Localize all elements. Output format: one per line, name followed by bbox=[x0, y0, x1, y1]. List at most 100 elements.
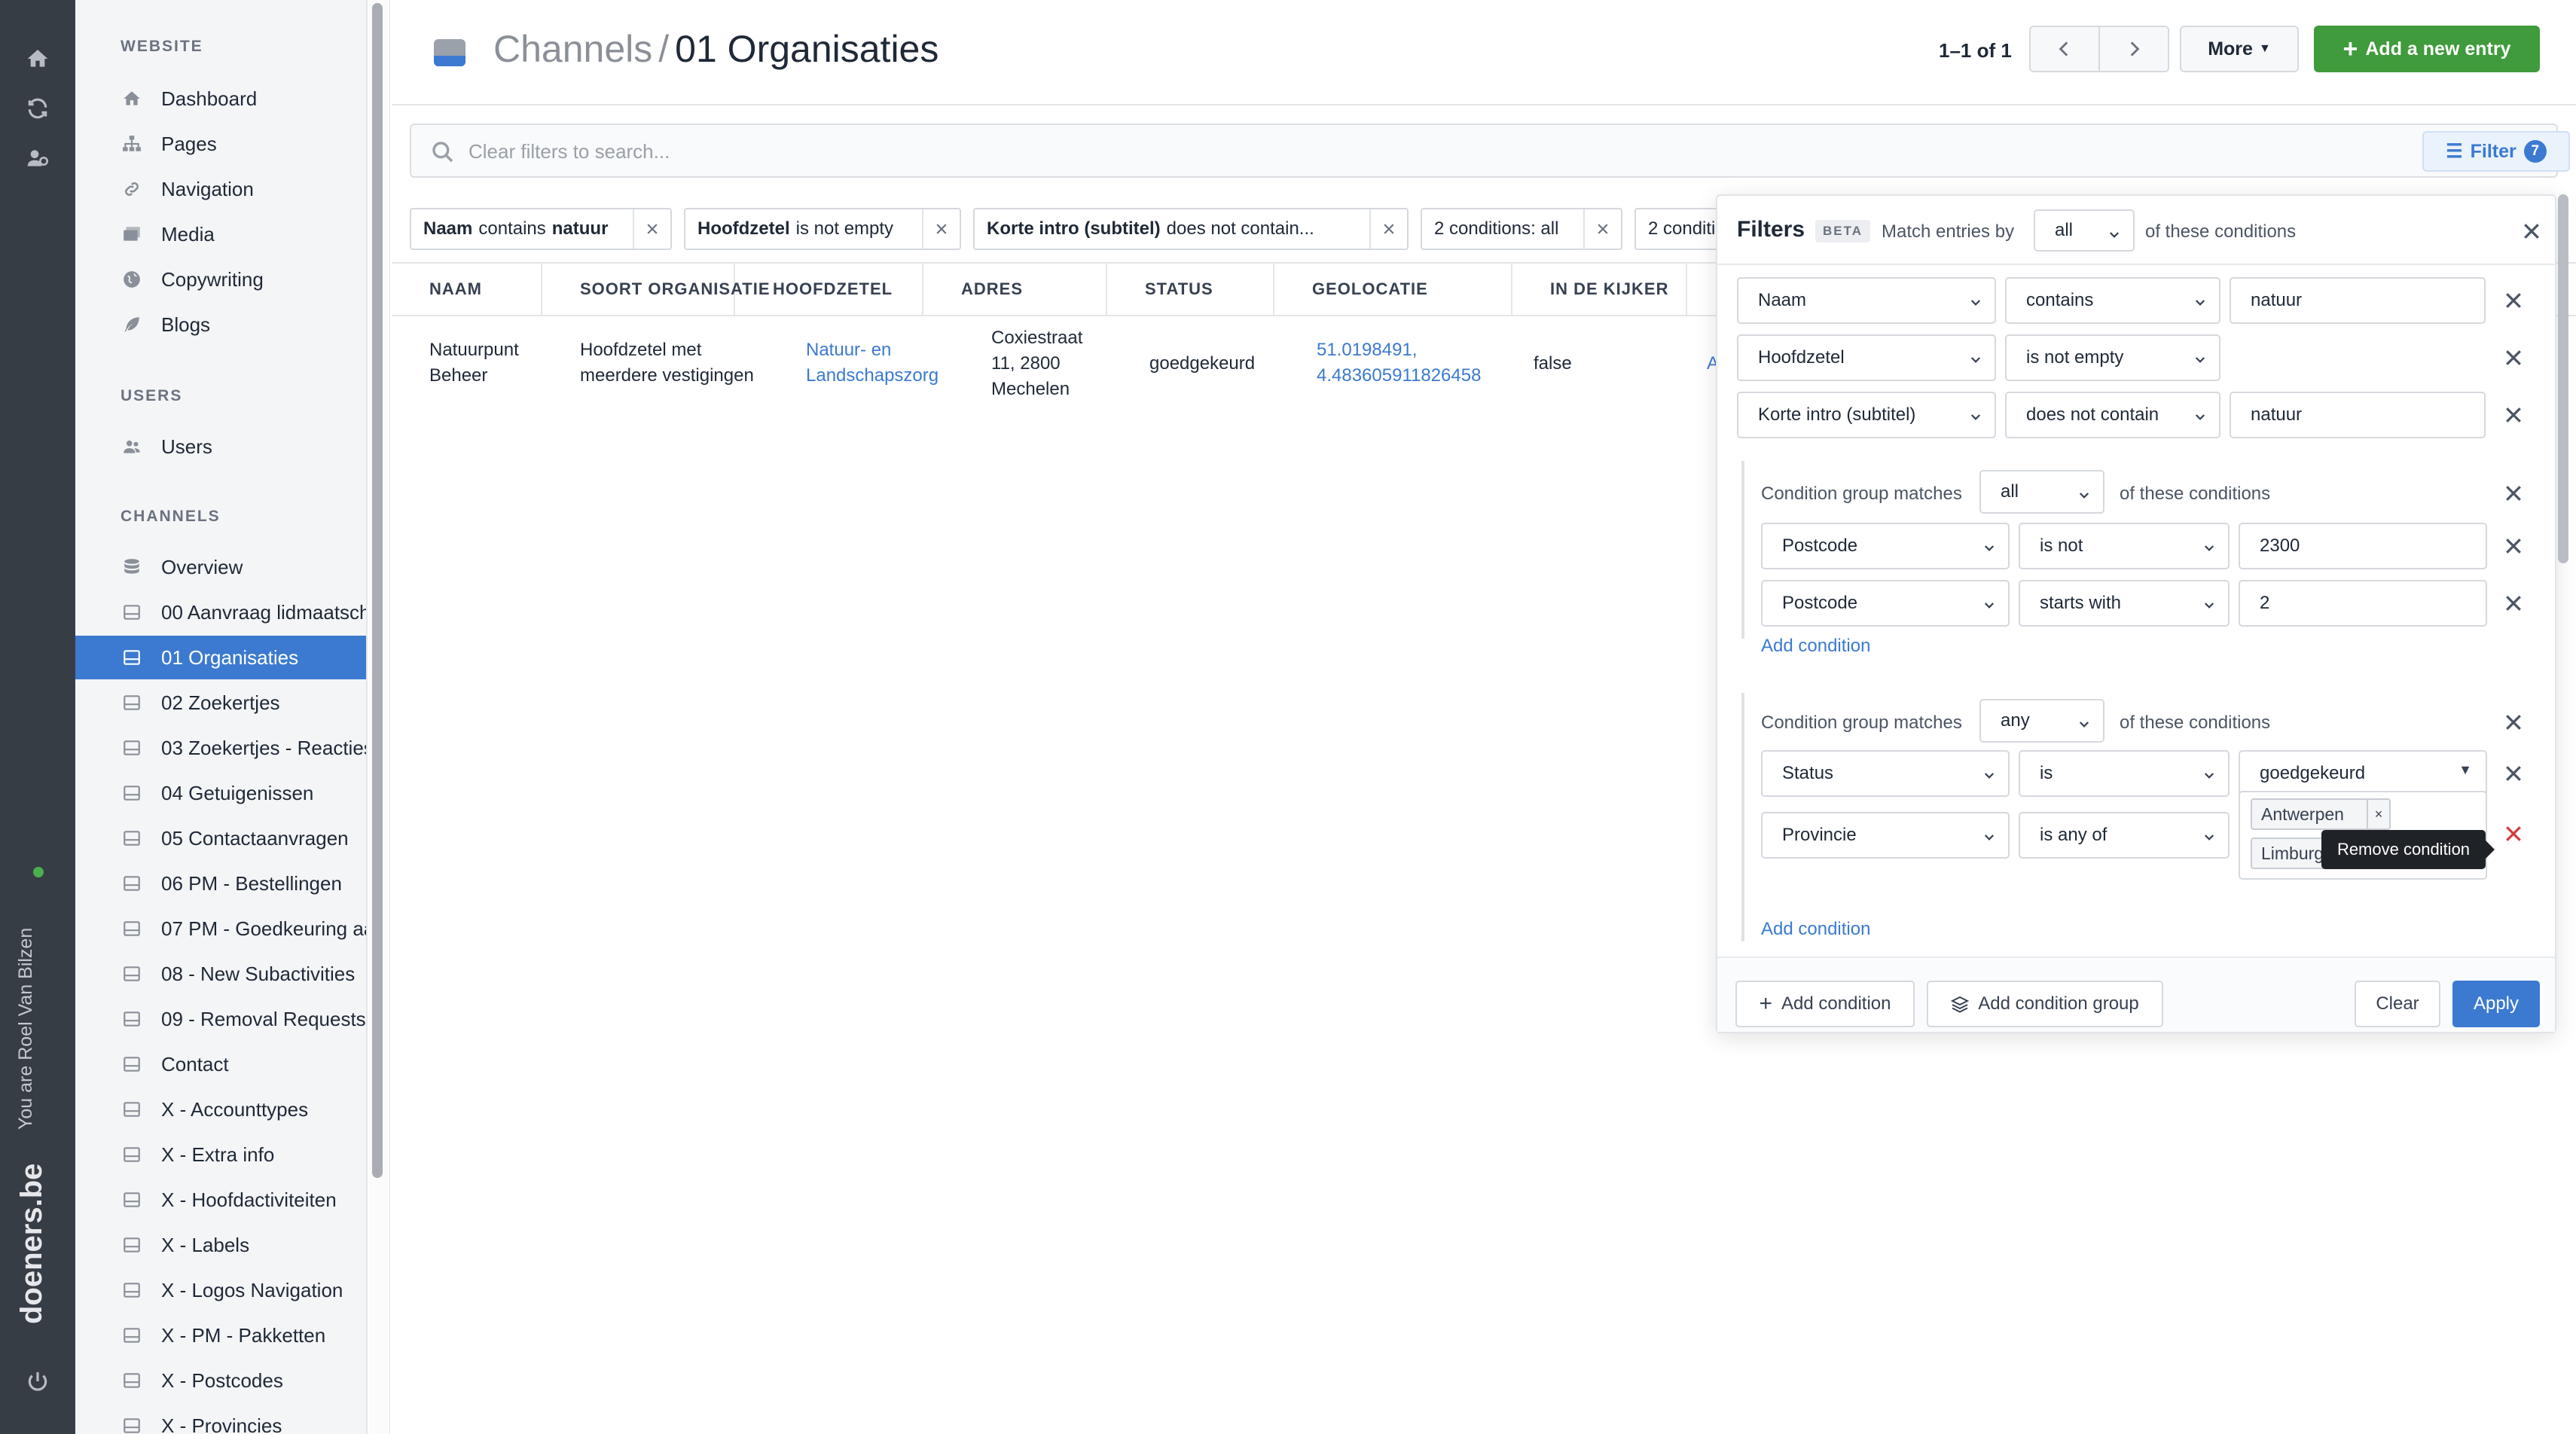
condition-field-select[interactable]: Postcode bbox=[1761, 523, 2010, 569]
sidebar-item-0-3[interactable]: Media bbox=[75, 212, 366, 256]
sidebar-item-2-10[interactable]: 09 - Removal Requests bbox=[75, 997, 366, 1041]
filter-chip[interactable]: Korte intro (subtitel) does not contain.… bbox=[973, 208, 1409, 250]
condition-value-input[interactable]: natuur bbox=[2230, 277, 2486, 324]
condition-value-input[interactable]: 2 bbox=[2239, 580, 2487, 627]
condition-operator-select[interactable]: is not empty bbox=[2005, 334, 2220, 381]
add-condition-group-button[interactable]: Add condition group bbox=[1927, 981, 2163, 1027]
users-cog-icon[interactable] bbox=[17, 137, 59, 179]
more-dropdown-button[interactable]: More ▼ bbox=[2180, 26, 2299, 72]
sidebar-item-0-0[interactable]: Dashboard bbox=[75, 77, 366, 121]
filter-button[interactable]: ☰ Filter 7 bbox=[2422, 131, 2570, 172]
sidebar-item-2-11[interactable]: Contact bbox=[75, 1042, 366, 1086]
search-input[interactable] bbox=[469, 136, 2126, 167]
close-icon[interactable] bbox=[2502, 762, 2525, 785]
condition-operator-select[interactable]: starts with bbox=[2019, 580, 2230, 627]
sidebar-item-2-13[interactable]: X - Extra info bbox=[75, 1133, 366, 1176]
group-add-condition-link[interactable]: Add condition bbox=[1761, 919, 1870, 940]
remove-chip-icon[interactable] bbox=[1369, 209, 1407, 249]
condition-field-select[interactable]: Postcode bbox=[1761, 580, 2010, 627]
group-add-condition-link[interactable]: Add condition bbox=[1761, 636, 1870, 657]
sidebar-item-2-16[interactable]: X - Logos Navigation bbox=[75, 1268, 366, 1312]
sidebar-item-2-4[interactable]: 03 Zoekertjes - Reacties bbox=[75, 726, 366, 770]
sidebar-item-2-6[interactable]: 05 Contactaanvragen bbox=[75, 816, 366, 860]
close-icon[interactable] bbox=[2502, 822, 2525, 845]
remove-chip-icon[interactable] bbox=[922, 209, 960, 249]
close-icon[interactable] bbox=[2502, 404, 2525, 426]
column-header[interactable]: GEOLOCATIE bbox=[1274, 264, 1512, 315]
condition-value-select[interactable]: goedgekeurd ▼ bbox=[2239, 750, 2487, 797]
sidebar-item-2-14[interactable]: X - Hoofdactiviteiten bbox=[75, 1178, 366, 1222]
previous-page-button[interactable] bbox=[2029, 26, 2100, 72]
sidebar-item-2-2[interactable]: 01 Organisaties bbox=[75, 636, 366, 679]
column-header[interactable]: NAAM bbox=[392, 264, 542, 315]
close-icon[interactable] bbox=[2502, 346, 2525, 369]
sidebar-item-0-5[interactable]: Blogs bbox=[75, 303, 366, 346]
refresh-icon[interactable] bbox=[17, 87, 59, 130]
sidebar-item-2-18[interactable]: X - Postcodes bbox=[75, 1359, 366, 1402]
group-match-select[interactable]: any bbox=[1979, 699, 2104, 743]
column-header[interactable]: HOOFDZETEL bbox=[735, 264, 923, 315]
condition-operator-select[interactable]: does not contain bbox=[2005, 392, 2220, 438]
filter-chip[interactable]: Naam contains natuur bbox=[410, 208, 672, 250]
sidebar-item-2-19[interactable]: X - Provincies bbox=[75, 1404, 366, 1434]
sidebar-item-2-0[interactable]: Overview bbox=[75, 545, 366, 589]
sidebar-item-2-7[interactable]: 06 PM - Bestellingen bbox=[75, 862, 366, 905]
next-page-button[interactable] bbox=[2098, 26, 2169, 72]
condition-operator-select[interactable]: is any of bbox=[2019, 812, 2230, 859]
sidebar-item-2-8[interactable]: 07 PM - Goedkeuring aanvragen bbox=[75, 907, 366, 950]
group-match-select[interactable]: all bbox=[1979, 470, 2104, 514]
clear-button[interactable]: Clear bbox=[2355, 981, 2440, 1027]
sidebar-item-1-0[interactable]: Users bbox=[75, 425, 366, 468]
brand-logo: doeners.be bbox=[15, 1163, 48, 1324]
match-mode-select[interactable]: all bbox=[2034, 209, 2135, 252]
condition-value-input[interactable]: 2300 bbox=[2239, 523, 2487, 569]
table-cell-hoofdzetel[interactable]: Natuur- en Landschapszorg bbox=[806, 337, 939, 389]
condition-field-select[interactable]: Naam bbox=[1737, 277, 1996, 324]
add-entry-button[interactable]: + Add a new entry bbox=[2314, 26, 2540, 72]
apply-button[interactable]: Apply bbox=[2452, 981, 2540, 1027]
tag-remove-icon[interactable]: × bbox=[2367, 800, 2389, 828]
sidebar-item-label: X - Provincies bbox=[161, 1414, 282, 1434]
sidebar-item-2-5[interactable]: 04 Getuigenissen bbox=[75, 771, 366, 815]
condition-field-select[interactable]: Hoofdzetel bbox=[1737, 334, 1996, 381]
close-icon[interactable] bbox=[2502, 535, 2525, 557]
sidebar-item-label: Pages bbox=[161, 132, 217, 155]
sidebar-item-2-12[interactable]: X - Accounttypes bbox=[75, 1088, 366, 1131]
sidebar-item-2-3[interactable]: 02 Zoekertjes bbox=[75, 681, 366, 725]
close-icon[interactable] bbox=[2520, 220, 2543, 243]
close-icon[interactable] bbox=[2502, 592, 2525, 615]
home-icon[interactable] bbox=[17, 38, 59, 80]
sidebar-item-2-9[interactable]: 08 - New Subactivities bbox=[75, 952, 366, 996]
remove-chip-icon[interactable] bbox=[633, 209, 670, 249]
close-icon[interactable] bbox=[2502, 289, 2525, 312]
condition-operator-select[interactable]: contains bbox=[2005, 277, 2220, 324]
sidebar-item-2-17[interactable]: X - PM - Pakketten bbox=[75, 1313, 366, 1357]
panel-scrollbar[interactable] bbox=[2558, 194, 2568, 563]
filter-chip[interactable]: 2 conditions: all bbox=[1421, 208, 1622, 250]
filter-chip[interactable]: Hoofdzetel is not empty bbox=[684, 208, 961, 250]
column-header[interactable]: SOORT ORGANISATIE bbox=[542, 264, 770, 315]
table-cell-geo[interactable]: 51.0198491, 4.483605911826458 bbox=[1317, 337, 1481, 389]
remove-chip-icon[interactable] bbox=[1583, 209, 1621, 249]
sidebar-scrollbar[interactable] bbox=[372, 3, 383, 1178]
sidebar-item-2-1[interactable]: 00 Aanvraag lidmaatschap bbox=[75, 590, 366, 634]
breadcrumb-channels[interactable]: Channels bbox=[493, 28, 652, 70]
sidebar-item-0-2[interactable]: Navigation bbox=[75, 167, 366, 211]
column-header[interactable]: STATUS bbox=[1107, 264, 1274, 315]
sidebar-item-2-15[interactable]: X - Labels bbox=[75, 1223, 366, 1267]
column-header[interactable]: ADRES bbox=[923, 264, 1107, 315]
close-icon[interactable] bbox=[2502, 482, 2525, 505]
close-icon[interactable] bbox=[2502, 711, 2525, 734]
add-condition-button[interactable]: + Add condition bbox=[1735, 981, 1915, 1027]
condition-field-select[interactable]: Status bbox=[1761, 750, 2010, 797]
condition-field-select[interactable]: Korte intro (subtitel) bbox=[1737, 392, 1996, 438]
chevron-right-icon bbox=[2130, 41, 2140, 56]
column-header[interactable]: IN DE KIJKER bbox=[1512, 264, 1687, 315]
condition-field-select[interactable]: Provincie bbox=[1761, 812, 2010, 859]
sidebar-item-0-4[interactable]: Copywriting bbox=[75, 258, 366, 301]
condition-operator-select[interactable]: is bbox=[2019, 750, 2230, 797]
power-icon[interactable] bbox=[17, 1360, 59, 1402]
condition-operator-select[interactable]: is not bbox=[2019, 523, 2230, 569]
sidebar-item-0-1[interactable]: Pages bbox=[75, 122, 366, 166]
condition-value-input[interactable]: natuur bbox=[2230, 392, 2486, 438]
